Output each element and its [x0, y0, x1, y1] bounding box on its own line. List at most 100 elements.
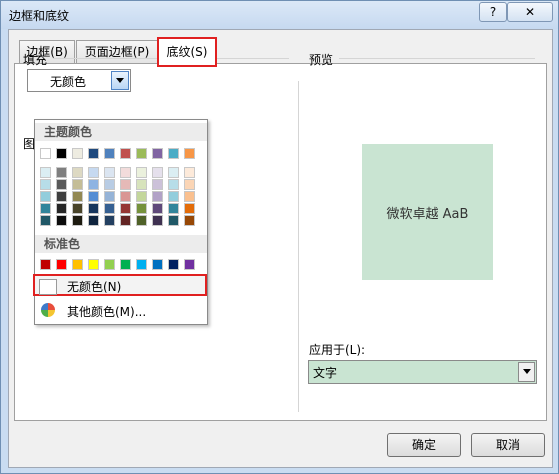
theme-color-swatch[interactable]: [88, 167, 99, 178]
apply-to-combo[interactable]: 文字: [308, 360, 537, 384]
no-color-swatch-icon: [39, 279, 57, 295]
dialog-window: 边框和底纹 ? ✕ 边框(B) 页面边框(P) 底纹(S) 填充 无颜色 图 预…: [0, 0, 559, 474]
theme-color-swatch[interactable]: [152, 179, 163, 190]
theme-color-swatch[interactable]: [136, 179, 147, 190]
theme-color-swatch[interactable]: [120, 191, 131, 202]
theme-color-swatch[interactable]: [120, 203, 131, 214]
theme-color-swatch[interactable]: [152, 167, 163, 178]
theme-color-swatch[interactable]: [136, 167, 147, 178]
theme-color-swatch[interactable]: [40, 179, 51, 190]
theme-color-swatch[interactable]: [40, 215, 51, 226]
standard-color-swatch[interactable]: [120, 259, 131, 270]
theme-color-swatch[interactable]: [72, 179, 83, 190]
theme-color-swatch[interactable]: [72, 203, 83, 214]
theme-color-swatch[interactable]: [184, 215, 195, 226]
no-color-option[interactable]: 无颜色(N): [33, 274, 207, 296]
theme-color-swatch[interactable]: [168, 203, 179, 214]
theme-color-swatch[interactable]: [120, 148, 131, 159]
theme-color-swatch[interactable]: [40, 148, 51, 159]
theme-color-swatch[interactable]: [168, 167, 179, 178]
more-colors-option[interactable]: 其他颜色(M)...: [35, 301, 207, 321]
theme-colors-label: 主题颜色: [44, 125, 93, 139]
tab-shading[interactable]: 底纹(S): [157, 37, 217, 67]
theme-color-swatch[interactable]: [88, 191, 99, 202]
standard-colors-label: 标准色: [44, 237, 81, 251]
standard-color-swatch[interactable]: [72, 259, 83, 270]
fill-color-combo[interactable]: 无颜色: [27, 69, 131, 92]
theme-color-swatch[interactable]: [136, 148, 147, 159]
no-color-label: 无颜色(N): [67, 280, 122, 294]
fill-color-value: 无颜色: [50, 75, 87, 89]
standard-color-swatch[interactable]: [152, 259, 163, 270]
theme-color-swatch[interactable]: [104, 179, 115, 190]
theme-color-swatch[interactable]: [152, 191, 163, 202]
theme-color-swatch[interactable]: [136, 215, 147, 226]
theme-color-swatch[interactable]: [120, 179, 131, 190]
standard-color-swatch[interactable]: [40, 259, 51, 270]
close-button[interactable]: ✕: [507, 2, 553, 22]
theme-color-swatch[interactable]: [184, 203, 195, 214]
preview-label: 预览: [309, 53, 334, 67]
theme-color-swatch[interactable]: [40, 203, 51, 214]
theme-color-swatch[interactable]: [152, 148, 163, 159]
theme-color-swatch[interactable]: [56, 148, 67, 159]
theme-color-swatch[interactable]: [88, 179, 99, 190]
theme-color-swatch[interactable]: [104, 191, 115, 202]
help-button[interactable]: ?: [479, 2, 507, 22]
theme-color-swatch[interactable]: [168, 148, 179, 159]
theme-color-swatch[interactable]: [136, 203, 147, 214]
theme-color-swatch[interactable]: [40, 191, 51, 202]
theme-color-swatch[interactable]: [104, 148, 115, 159]
theme-color-swatch[interactable]: [72, 167, 83, 178]
theme-color-swatch[interactable]: [104, 215, 115, 226]
preview-divider: [339, 58, 535, 59]
standard-color-swatch[interactable]: [184, 259, 195, 270]
standard-color-swatch[interactable]: [168, 259, 179, 270]
theme-color-swatch[interactable]: [168, 191, 179, 202]
theme-color-swatch[interactable]: [120, 215, 131, 226]
theme-color-swatch[interactable]: [88, 215, 99, 226]
theme-color-swatch[interactable]: [72, 148, 83, 159]
apply-to-label: 应用于(L):: [309, 343, 366, 357]
theme-color-swatch[interactable]: [184, 179, 195, 190]
dialog-title: 边框和底纹: [9, 9, 70, 23]
theme-color-swatch[interactable]: [184, 191, 195, 202]
theme-color-swatch[interactable]: [72, 191, 83, 202]
theme-color-swatch[interactable]: [56, 179, 67, 190]
tab-page-border[interactable]: 页面边框(P): [76, 40, 158, 63]
standard-color-swatch[interactable]: [104, 259, 115, 270]
theme-color-swatch[interactable]: [40, 167, 51, 178]
color-dropdown: 主题颜色 标准色 无颜色(N) 其他颜色(M)...: [33, 119, 208, 325]
more-colors-label: 其他颜色(M)...: [67, 305, 147, 319]
theme-color-swatch[interactable]: [152, 215, 163, 226]
cancel-button[interactable]: 取消: [471, 433, 545, 457]
theme-color-swatch[interactable]: [136, 191, 147, 202]
theme-color-swatch[interactable]: [56, 215, 67, 226]
theme-color-swatch[interactable]: [88, 203, 99, 214]
theme-colors-header: 主题颜色: [35, 123, 207, 141]
fill-label: 填充: [23, 53, 48, 67]
theme-color-swatch[interactable]: [104, 167, 115, 178]
theme-color-swatch[interactable]: [56, 191, 67, 202]
standard-color-swatch[interactable]: [136, 259, 147, 270]
chevron-down-icon: [523, 369, 531, 374]
standard-color-swatch[interactable]: [56, 259, 67, 270]
theme-color-swatch[interactable]: [168, 179, 179, 190]
theme-color-swatch[interactable]: [56, 167, 67, 178]
fill-dropdown-button[interactable]: [111, 71, 129, 90]
theme-color-swatch[interactable]: [120, 167, 131, 178]
theme-color-swatch[interactable]: [56, 203, 67, 214]
theme-color-swatch[interactable]: [184, 167, 195, 178]
theme-color-swatch[interactable]: [104, 203, 115, 214]
theme-color-swatch[interactable]: [168, 215, 179, 226]
apply-to-dropdown-button[interactable]: [518, 362, 535, 382]
preview-sample-text: 微软卓越 AaB: [386, 207, 469, 222]
theme-color-swatch[interactable]: [72, 215, 83, 226]
ok-button[interactable]: 确定: [387, 433, 461, 457]
theme-color-swatch[interactable]: [152, 203, 163, 214]
title-bar: 边框和底纹 ? ✕: [1, 1, 558, 29]
theme-color-swatch[interactable]: [88, 148, 99, 159]
standard-color-swatch[interactable]: [88, 259, 99, 270]
theme-color-swatch[interactable]: [184, 148, 195, 159]
standard-colors-header: 标准色: [35, 235, 207, 253]
